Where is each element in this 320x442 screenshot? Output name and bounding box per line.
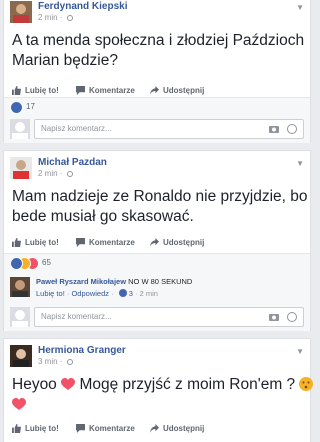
like-reaction-icon: [10, 257, 23, 270]
share-button[interactable]: Udostępnij: [150, 233, 204, 253]
comment-input[interactable]: Napisz komentarz...: [34, 307, 304, 327]
reactions-bar[interactable]: 17: [4, 97, 310, 117]
kiss-emoji-icon: [299, 377, 314, 391]
post-text: Mam nadzieje ze Ronaldo nie przyjdzie, b…: [12, 188, 308, 225]
emoji-icon[interactable]: [287, 124, 297, 134]
like-button[interactable]: Lubię to!: [12, 419, 59, 439]
post: Hermiona Granger 3 min · ▼ Heyoo Mogę pr…: [3, 338, 314, 442]
news-feed: Ferdynand Kiepski 2 min · ▼ A ta menda s…: [0, 0, 314, 442]
post: Ferdynand Kiepski 2 min · ▼ A ta menda s…: [3, 0, 311, 143]
thumbs-up-icon: [12, 238, 21, 247]
share-icon: [150, 424, 159, 433]
comment-item: Paweł Ryszard Mikołajew NO W 80 SEKUND L…: [4, 273, 310, 303]
comment-bar: Napisz komentarz...: [4, 115, 310, 143]
chevron-down-icon[interactable]: ▼: [296, 3, 304, 12]
reactions-count: 65: [42, 258, 51, 267]
like-reaction-icon: [10, 101, 23, 114]
thumbs-up-icon: [12, 86, 21, 95]
comment-icon: [76, 424, 85, 433]
post-time: 3 min ·: [38, 357, 73, 366]
globe-icon: [66, 171, 73, 177]
camera-icon[interactable]: [269, 313, 279, 321]
emoji-icon[interactable]: [287, 312, 297, 322]
camera-icon[interactable]: [269, 125, 279, 133]
share-icon: [150, 238, 159, 247]
share-icon: [150, 86, 159, 95]
post-actions: Lubię to! Komentarze Udostępnij: [4, 419, 310, 439]
comment-likes-count: 3: [128, 289, 133, 298]
comment-icon: [76, 86, 85, 95]
author-name[interactable]: Ferdynand Kiepski: [38, 1, 127, 12]
author-avatar[interactable]: [10, 345, 32, 367]
comment-button[interactable]: Komentarze: [76, 233, 135, 253]
post-text: A ta menda społeczna i złodziej Paździoc…: [12, 32, 305, 69]
reactions-bar[interactable]: 65: [4, 253, 310, 273]
post-time: 2 min ·: [38, 13, 73, 22]
globe-icon: [66, 15, 73, 21]
globe-icon: [66, 359, 73, 365]
comment-reply-link[interactable]: Odpowiedz: [71, 289, 109, 298]
author-avatar[interactable]: [10, 157, 32, 179]
post-actions: Lubię to! Komentarze Udostępnij: [4, 233, 310, 253]
comment-text: NO W 80 SEKUND: [128, 277, 193, 286]
comment-input[interactable]: Napisz komentarz...: [34, 119, 304, 139]
author-name[interactable]: Michał Pazdan: [38, 157, 107, 168]
commenter-avatar[interactable]: [10, 277, 30, 297]
chevron-down-icon[interactable]: ▼: [296, 159, 304, 168]
comment-like-link[interactable]: Lubię to!: [36, 289, 65, 298]
chevron-down-icon[interactable]: ▼: [296, 347, 304, 356]
heart-emoji-icon: [12, 398, 26, 410]
comment-icon: [76, 238, 85, 247]
commenter-name[interactable]: Paweł Ryszard Mikołajew NO W 80 SEKUND: [36, 277, 192, 286]
comment-button[interactable]: Komentarze: [76, 419, 135, 439]
post-time: 2 min ·: [38, 169, 73, 178]
like-button[interactable]: Lubię to!: [12, 233, 59, 253]
comment-bar: Napisz komentarz...: [4, 303, 310, 331]
heart-emoji-icon: [61, 378, 76, 390]
comment-meta: Lubię to! · Odpowiedz · 3 · 2 min: [36, 289, 158, 298]
post-text: Heyoo Mogę przyjść z moim Ron'em ?: [12, 375, 314, 415]
thumbs-up-icon: [12, 424, 21, 433]
post: Michał Pazdan 2 min · ▼ Mam nadzieje ze …: [3, 150, 311, 331]
share-button[interactable]: Udostępnij: [150, 419, 204, 439]
user-avatar: [10, 307, 30, 327]
like-reaction-icon: [118, 289, 127, 297]
reactions-count: 17: [26, 102, 35, 111]
user-avatar: [10, 119, 30, 139]
comment-time: 2 min: [139, 289, 158, 298]
author-name[interactable]: Hermiona Granger: [38, 345, 126, 356]
author-avatar[interactable]: [10, 1, 32, 23]
